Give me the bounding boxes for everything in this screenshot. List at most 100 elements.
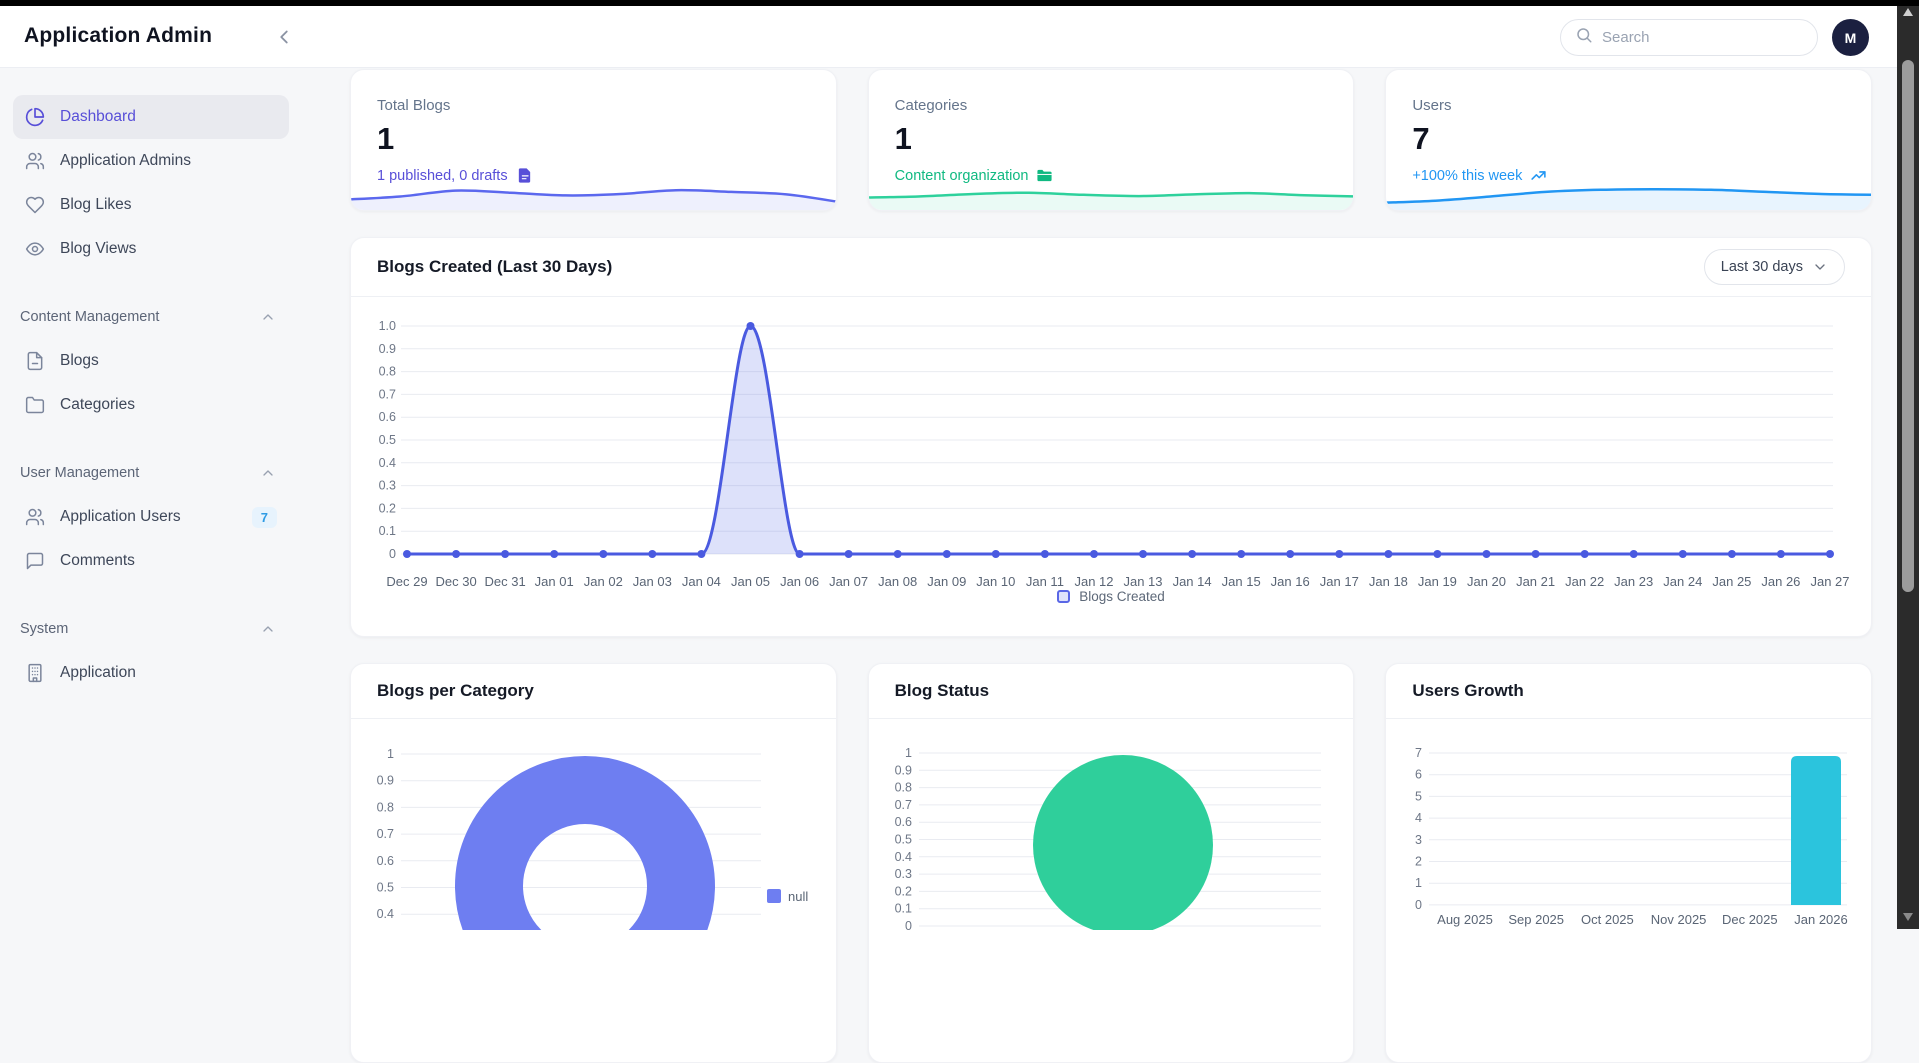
svg-text:0.5: 0.5: [377, 881, 394, 895]
svg-text:0.7: 0.7: [379, 387, 396, 401]
search-icon: [1575, 26, 1593, 49]
range-selector-button[interactable]: Last 30 days: [1704, 249, 1845, 285]
sidebar-item-comments[interactable]: Comments: [13, 539, 289, 583]
sidebar-item-blogs[interactable]: Blogs: [13, 339, 289, 383]
sidebar-item-label: Application Admins: [60, 152, 191, 170]
svg-text:Jan 05: Jan 05: [731, 574, 770, 589]
svg-text:0.5: 0.5: [379, 433, 396, 447]
svg-text:Aug 2025: Aug 2025: [1437, 912, 1493, 927]
sidebar-item-categories[interactable]: Categories: [13, 383, 289, 427]
svg-text:6: 6: [1415, 768, 1422, 782]
svg-text:Jan 03: Jan 03: [633, 574, 672, 589]
chart-card-blogs-per-category: Blogs per Category10.90.80.70.60.50.40.3…: [350, 663, 837, 1063]
search-box[interactable]: [1560, 19, 1818, 56]
search-input[interactable]: [1602, 29, 1803, 46]
section-label: System: [20, 621, 68, 637]
section-label: User Management: [20, 465, 139, 481]
sidebar-item-label: Blogs: [60, 352, 99, 370]
stat-card-label: Total Blogs: [377, 97, 810, 114]
window-top-edge: [0, 0, 1919, 6]
svg-text:Jan 24: Jan 24: [1663, 574, 1702, 589]
bar[interactable]: [1791, 756, 1841, 905]
svg-text:Dec 29: Dec 29: [386, 574, 427, 589]
app-header: Application Admin M: [0, 6, 1897, 68]
svg-text:Dec 31: Dec 31: [484, 574, 525, 589]
svg-text:Jan 07: Jan 07: [829, 574, 868, 589]
svg-text:Jan 20: Jan 20: [1467, 574, 1506, 589]
stat-card-categories: Categories1Content organization: [868, 69, 1355, 211]
svg-text:Jan 23: Jan 23: [1614, 574, 1653, 589]
svg-text:0.9: 0.9: [377, 774, 394, 788]
chevron-up-icon: [260, 309, 276, 325]
section-system[interactable]: System: [0, 607, 302, 651]
user-avatar[interactable]: M: [1832, 19, 1869, 56]
svg-text:0.8: 0.8: [894, 781, 911, 795]
doughnut-slice[interactable]: [489, 790, 681, 930]
sidebar-item-application-users[interactable]: Application Users 7: [13, 495, 289, 539]
sidebar-item-label: Blog Likes: [60, 196, 132, 214]
svg-text:0.8: 0.8: [379, 365, 396, 379]
chart-card-title: Blog Status: [895, 681, 989, 701]
svg-text:0.1: 0.1: [379, 524, 396, 538]
sidebar-item-label: Application Users: [60, 508, 181, 526]
svg-text:7: 7: [1415, 746, 1422, 760]
svg-text:1: 1: [387, 747, 394, 761]
legend-label: Blogs Created: [1079, 589, 1165, 604]
folder-icon: [25, 395, 45, 415]
svg-text:5: 5: [1415, 789, 1422, 803]
chart-card-title: Users Growth: [1412, 681, 1523, 701]
people-icon: [25, 151, 45, 171]
svg-text:Jan 15: Jan 15: [1222, 574, 1261, 589]
stat-card-value: 1: [377, 123, 810, 154]
main-chart-title: Blogs Created (Last 30 Days): [377, 257, 612, 277]
sidebar-item-application-admins[interactable]: Application Admins: [13, 139, 289, 183]
chart-legend[interactable]: Blogs Created: [351, 589, 1871, 604]
scrollbar[interactable]: [1897, 0, 1919, 929]
pie-slice[interactable]: [1033, 755, 1213, 930]
section-label: Content Management: [20, 309, 159, 325]
svg-text:4: 4: [1415, 811, 1422, 825]
stat-card-row: Total Blogs11 published, 0 draftsCategor…: [350, 69, 1872, 211]
chart-card-title: Blogs per Category: [377, 681, 534, 701]
user-count-badge: 7: [252, 507, 277, 528]
svg-text:Jan 18: Jan 18: [1369, 574, 1408, 589]
sidebar-nav: Dashboard Application Admins Blog Likes Blo…: [0, 68, 302, 695]
collapse-sidebar-button[interactable]: [272, 26, 296, 50]
building-icon: [25, 663, 45, 683]
svg-text:0: 0: [389, 547, 396, 561]
pie-chart: 10.90.80.70.60.50.40.30.20.10: [879, 721, 1349, 930]
legend-swatch: [1057, 590, 1070, 603]
svg-text:Jan 25: Jan 25: [1712, 574, 1751, 589]
svg-text:1: 1: [1415, 876, 1422, 890]
svg-text:0.6: 0.6: [894, 815, 911, 829]
sidebar-item-label: Blog Views: [60, 240, 136, 258]
scrollbar-thumb[interactable]: [1902, 60, 1914, 592]
chart-card-blog-status: Blog Status10.90.80.70.60.50.40.30.20.10: [868, 663, 1355, 1063]
sidebar-item-application[interactable]: Application: [13, 651, 289, 695]
svg-text:1: 1: [905, 746, 912, 760]
chevron-up-icon: [260, 465, 276, 481]
sidebar-item-blog-views[interactable]: Blog Views: [13, 227, 289, 271]
svg-text:Jan 02: Jan 02: [584, 574, 623, 589]
section-user-management[interactable]: User Management: [0, 451, 302, 495]
range-selector-value: Last 30 days: [1721, 259, 1803, 275]
chart-card-users-growth: Users Growth76543210Aug 2025Sep 2025Oct …: [1385, 663, 1872, 1063]
doughnut-legend[interactable]: null: [767, 889, 808, 904]
scroll-down-arrow[interactable]: [1897, 908, 1919, 926]
svg-text:0.9: 0.9: [894, 763, 911, 777]
chevron-down-icon: [1812, 259, 1828, 275]
svg-text:Nov 2025: Nov 2025: [1651, 912, 1707, 927]
sidebar-item-blog-likes[interactable]: Blog Likes: [13, 183, 289, 227]
bar-chart: 76543210Aug 2025Sep 2025Oct 2025Nov 2025…: [1396, 721, 1866, 930]
svg-text:Jan 04: Jan 04: [682, 574, 721, 589]
svg-text:null: null: [788, 889, 808, 904]
main-content: Total Blogs11 published, 0 draftsCategor…: [350, 68, 1872, 929]
chevron-up-icon: [260, 621, 276, 637]
svg-text:Jan 09: Jan 09: [927, 574, 966, 589]
svg-text:2: 2: [1415, 855, 1422, 869]
sidebar-item-dashboard[interactable]: Dashboard: [13, 95, 289, 139]
svg-text:0: 0: [1415, 898, 1422, 912]
section-content-management[interactable]: Content Management: [0, 295, 302, 339]
sidebar-item-label: Categories: [60, 396, 135, 414]
svg-text:Dec 30: Dec 30: [435, 574, 476, 589]
